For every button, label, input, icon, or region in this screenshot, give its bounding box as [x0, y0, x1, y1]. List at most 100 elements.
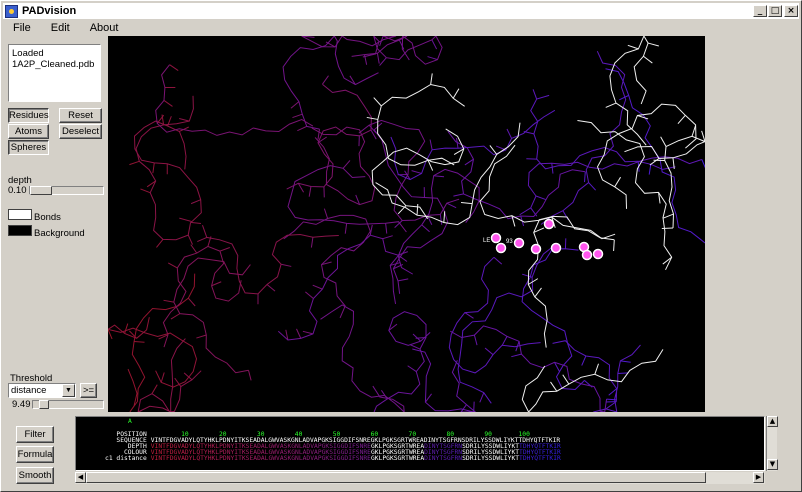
side-chain-bond [290, 101, 300, 109]
backbone-chain [155, 64, 314, 136]
side-chain-bond [296, 328, 302, 339]
scroll-thumb[interactable] [86, 472, 706, 483]
side-chain-bond [581, 355, 587, 366]
bonds-color-swatch[interactable] [8, 209, 32, 220]
side-chain-bond [379, 57, 387, 66]
backbone-chain [173, 257, 251, 374]
close-button[interactable]: × [784, 5, 798, 17]
side-chain-bond [431, 39, 438, 50]
spheres-button[interactable]: Spheres [8, 140, 49, 155]
side-chain-bond [493, 256, 503, 265]
threshold-select[interactable]: distance ▼ [8, 383, 76, 398]
side-chain-bond [489, 145, 498, 155]
side-chain-bond [416, 203, 419, 216]
selected-atom-sphere[interactable] [581, 249, 593, 261]
backbone-chain [137, 338, 202, 412]
side-chain-bond [446, 202, 457, 209]
side-chain-bond [534, 287, 542, 298]
compare-button[interactable]: >= [80, 383, 97, 398]
menu-about[interactable]: About [80, 22, 129, 34]
chevron-down-icon[interactable]: ▼ [62, 384, 75, 397]
side-chain-bond [179, 117, 190, 122]
side-chain-bond [443, 211, 446, 223]
selected-atom-sphere[interactable] [513, 237, 525, 249]
minimize-button[interactable]: _ [753, 5, 767, 17]
side-chain-bond [297, 125, 308, 132]
backbone-chain [450, 325, 608, 412]
depth-slider-thumb[interactable] [30, 186, 52, 195]
scroll-down-icon[interactable]: ▼ [767, 459, 778, 470]
side-chain-bond [108, 329, 113, 340]
sequence-vertical-scrollbar[interactable]: ▲ ▼ [766, 416, 778, 471]
side-chain-bond [506, 128, 513, 139]
scroll-right-icon[interactable]: ▶ [753, 472, 764, 483]
scroll-up-icon[interactable]: ▲ [767, 416, 778, 427]
backbone-chain [521, 349, 664, 412]
side-chain-bond [382, 235, 393, 240]
side-chain-bond [187, 297, 196, 307]
menu-bar: File Edit About [3, 20, 799, 36]
depth-slider[interactable] [29, 186, 104, 195]
scroll-left-icon[interactable]: ◀ [75, 472, 86, 483]
background-color-swatch[interactable] [8, 225, 32, 236]
side-chain-bond [588, 182, 597, 191]
threshold-slider[interactable] [32, 400, 104, 409]
formula-button[interactable]: Formula [16, 446, 54, 463]
menu-edit[interactable]: Edit [41, 22, 80, 34]
backbone-chain [311, 126, 376, 206]
bonds-label: Bonds [34, 212, 61, 223]
filter-button[interactable]: Filter [16, 426, 54, 443]
selected-atom-sphere[interactable] [490, 232, 502, 244]
side-chain-bond [322, 75, 329, 85]
maximize-button[interactable]: □ [768, 5, 782, 17]
menu-file[interactable]: File [3, 22, 41, 34]
molecule-viewer[interactable]: LE 93 [108, 36, 705, 412]
side-chain-bond [613, 239, 615, 252]
side-chain-bond [460, 404, 467, 412]
side-chain-bond [430, 73, 433, 85]
distance-header: c1 distance [105, 454, 147, 462]
residues-button[interactable]: Residues [8, 108, 49, 123]
side-chain-bond [550, 381, 558, 392]
side-chain-bond [584, 171, 586, 183]
backbone-chain [448, 256, 541, 374]
selected-atom-sphere[interactable] [592, 248, 604, 260]
selected-atom-sphere[interactable] [530, 243, 542, 255]
backbone-chain [389, 168, 480, 305]
side-chain-bond [369, 224, 373, 236]
protein-structure-render[interactable] [108, 36, 705, 412]
selected-atom-sphere[interactable] [550, 242, 562, 254]
selected-atom-sphere[interactable] [543, 218, 555, 230]
atoms-button[interactable]: Atoms [8, 124, 49, 139]
residue-label-2: 93 [506, 239, 513, 245]
side-chain-bond [376, 53, 380, 64]
side-chain-bond [617, 372, 629, 375]
side-chain-bond [312, 284, 323, 290]
side-chain-bond [302, 330, 314, 335]
side-chain-bond [551, 163, 554, 174]
reset-button[interactable]: Reset [59, 108, 102, 123]
side-chain-bond [452, 88, 460, 99]
backbone-chain [624, 135, 705, 229]
residue-label: LE [483, 238, 491, 244]
side-chain-bond [511, 353, 522, 358]
sequence-panel[interactable]: A POSITION 10 20 30 40 50 60 70 80 90 10… [75, 416, 765, 471]
side-chain-bond [637, 114, 649, 120]
smooth-button[interactable]: Smooth [16, 467, 54, 484]
backbone-chain [390, 109, 556, 181]
backbone-chain [108, 317, 198, 388]
backbone-chain [552, 340, 641, 412]
status-filename: 1A2P_Cleaned.pdb [12, 59, 95, 70]
threshold-slider-thumb[interactable] [39, 400, 49, 409]
selected-atom-sphere[interactable] [495, 242, 507, 254]
status-line-1: Loaded [12, 48, 44, 59]
distance-sequence: VINTFDGVADYLQTYHKLPDNYITKSEADALGWVASKGNL… [150, 454, 561, 462]
side-chain-bond [196, 334, 207, 339]
deselect-button[interactable]: Deselect [59, 124, 102, 139]
backbone-chain [577, 120, 673, 271]
side-chain-bond [677, 115, 686, 125]
side-chain-bond [530, 207, 538, 217]
sequence-horizontal-scrollbar[interactable]: ◀ ▶ [75, 472, 765, 484]
side-chain-bond [308, 186, 312, 197]
backbone-chain [457, 245, 555, 404]
